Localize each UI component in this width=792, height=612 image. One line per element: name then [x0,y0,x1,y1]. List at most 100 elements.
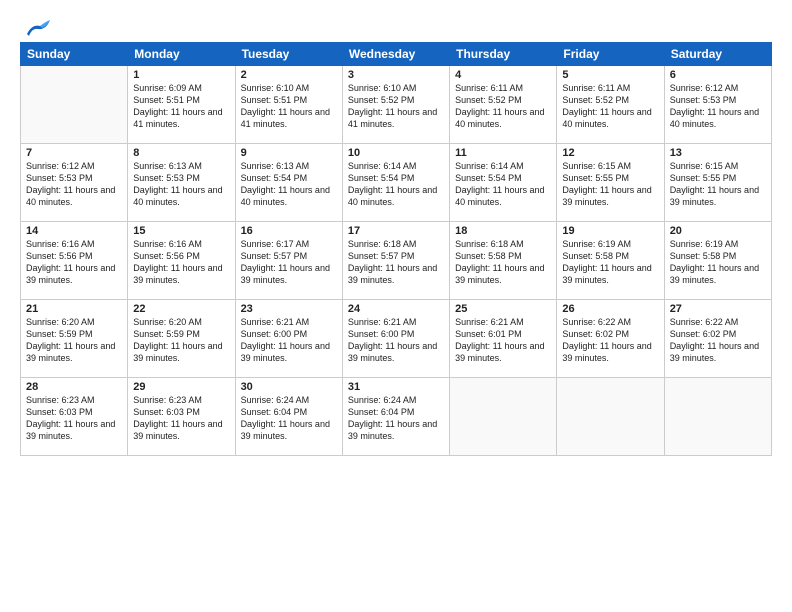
day-info: Sunrise: 6:11 AMSunset: 5:52 PMDaylight:… [455,82,551,131]
calendar-cell: 26Sunrise: 6:22 AMSunset: 6:02 PMDayligh… [557,300,664,378]
calendar-cell: 14Sunrise: 6:16 AMSunset: 5:56 PMDayligh… [21,222,128,300]
day-number: 25 [455,303,551,315]
day-info: Sunrise: 6:13 AMSunset: 5:54 PMDaylight:… [241,160,337,209]
calendar-table: Sunday Monday Tuesday Wednesday Thursday… [20,42,772,456]
day-number: 13 [670,147,766,159]
calendar-cell: 20Sunrise: 6:19 AMSunset: 5:58 PMDayligh… [664,222,771,300]
calendar-cell: 5Sunrise: 6:11 AMSunset: 5:52 PMDaylight… [557,66,664,144]
calendar-cell: 18Sunrise: 6:18 AMSunset: 5:58 PMDayligh… [450,222,557,300]
day-number: 20 [670,225,766,237]
day-info: Sunrise: 6:23 AMSunset: 6:03 PMDaylight:… [133,394,229,443]
day-number: 12 [562,147,658,159]
calendar-header-row: Sunday Monday Tuesday Wednesday Thursday… [21,43,772,66]
day-number: 31 [348,381,444,393]
day-info: Sunrise: 6:20 AMSunset: 5:59 PMDaylight:… [133,316,229,365]
day-number: 14 [26,225,122,237]
day-number: 28 [26,381,122,393]
day-number: 3 [348,69,444,81]
day-number: 1 [133,69,229,81]
day-info: Sunrise: 6:19 AMSunset: 5:58 PMDaylight:… [670,238,766,287]
day-number: 11 [455,147,551,159]
calendar-cell: 1Sunrise: 6:09 AMSunset: 5:51 PMDaylight… [128,66,235,144]
day-info: Sunrise: 6:14 AMSunset: 5:54 PMDaylight:… [348,160,444,209]
day-number: 17 [348,225,444,237]
day-number: 18 [455,225,551,237]
day-number: 23 [241,303,337,315]
day-number: 19 [562,225,658,237]
calendar-week-row: 21Sunrise: 6:20 AMSunset: 5:59 PMDayligh… [21,300,772,378]
calendar-cell [664,378,771,456]
day-number: 22 [133,303,229,315]
day-info: Sunrise: 6:11 AMSunset: 5:52 PMDaylight:… [562,82,658,131]
day-number: 15 [133,225,229,237]
calendar-cell [21,66,128,144]
day-number: 27 [670,303,766,315]
calendar-cell: 25Sunrise: 6:21 AMSunset: 6:01 PMDayligh… [450,300,557,378]
day-info: Sunrise: 6:19 AMSunset: 5:58 PMDaylight:… [562,238,658,287]
day-number: 7 [26,147,122,159]
calendar-cell: 11Sunrise: 6:14 AMSunset: 5:54 PMDayligh… [450,144,557,222]
day-number: 4 [455,69,551,81]
calendar-cell: 6Sunrise: 6:12 AMSunset: 5:53 PMDaylight… [664,66,771,144]
calendar-cell: 7Sunrise: 6:12 AMSunset: 5:53 PMDaylight… [21,144,128,222]
calendar-cell: 15Sunrise: 6:16 AMSunset: 5:56 PMDayligh… [128,222,235,300]
day-info: Sunrise: 6:22 AMSunset: 6:02 PMDaylight:… [562,316,658,365]
col-sunday: Sunday [21,43,128,66]
calendar-cell: 28Sunrise: 6:23 AMSunset: 6:03 PMDayligh… [21,378,128,456]
day-info: Sunrise: 6:14 AMSunset: 5:54 PMDaylight:… [455,160,551,209]
day-number: 6 [670,69,766,81]
calendar-week-row: 1Sunrise: 6:09 AMSunset: 5:51 PMDaylight… [21,66,772,144]
calendar-cell: 16Sunrise: 6:17 AMSunset: 5:57 PMDayligh… [235,222,342,300]
logo-bird-icon [22,16,52,38]
day-number: 5 [562,69,658,81]
day-number: 29 [133,381,229,393]
calendar-cell: 23Sunrise: 6:21 AMSunset: 6:00 PMDayligh… [235,300,342,378]
day-info: Sunrise: 6:12 AMSunset: 5:53 PMDaylight:… [670,82,766,131]
calendar-cell [557,378,664,456]
col-wednesday: Wednesday [342,43,449,66]
day-number: 30 [241,381,337,393]
col-tuesday: Tuesday [235,43,342,66]
calendar-cell: 30Sunrise: 6:24 AMSunset: 6:04 PMDayligh… [235,378,342,456]
calendar-cell: 19Sunrise: 6:19 AMSunset: 5:58 PMDayligh… [557,222,664,300]
calendar-cell: 3Sunrise: 6:10 AMSunset: 5:52 PMDaylight… [342,66,449,144]
day-info: Sunrise: 6:15 AMSunset: 5:55 PMDaylight:… [562,160,658,209]
day-info: Sunrise: 6:21 AMSunset: 6:00 PMDaylight:… [348,316,444,365]
col-saturday: Saturday [664,43,771,66]
calendar-cell: 10Sunrise: 6:14 AMSunset: 5:54 PMDayligh… [342,144,449,222]
calendar-week-row: 28Sunrise: 6:23 AMSunset: 6:03 PMDayligh… [21,378,772,456]
col-friday: Friday [557,43,664,66]
calendar-cell: 12Sunrise: 6:15 AMSunset: 5:55 PMDayligh… [557,144,664,222]
day-info: Sunrise: 6:15 AMSunset: 5:55 PMDaylight:… [670,160,766,209]
day-info: Sunrise: 6:13 AMSunset: 5:53 PMDaylight:… [133,160,229,209]
calendar-week-row: 14Sunrise: 6:16 AMSunset: 5:56 PMDayligh… [21,222,772,300]
day-info: Sunrise: 6:17 AMSunset: 5:57 PMDaylight:… [241,238,337,287]
day-info: Sunrise: 6:24 AMSunset: 6:04 PMDaylight:… [241,394,337,443]
calendar-cell: 13Sunrise: 6:15 AMSunset: 5:55 PMDayligh… [664,144,771,222]
day-number: 9 [241,147,337,159]
day-info: Sunrise: 6:18 AMSunset: 5:58 PMDaylight:… [455,238,551,287]
calendar-cell [450,378,557,456]
day-number: 24 [348,303,444,315]
day-info: Sunrise: 6:21 AMSunset: 6:00 PMDaylight:… [241,316,337,365]
day-number: 10 [348,147,444,159]
col-monday: Monday [128,43,235,66]
day-info: Sunrise: 6:21 AMSunset: 6:01 PMDaylight:… [455,316,551,365]
calendar-cell: 24Sunrise: 6:21 AMSunset: 6:00 PMDayligh… [342,300,449,378]
calendar-cell: 31Sunrise: 6:24 AMSunset: 6:04 PMDayligh… [342,378,449,456]
page-header [20,16,772,34]
day-info: Sunrise: 6:20 AMSunset: 5:59 PMDaylight:… [26,316,122,365]
day-number: 16 [241,225,337,237]
day-info: Sunrise: 6:12 AMSunset: 5:53 PMDaylight:… [26,160,122,209]
calendar-cell: 2Sunrise: 6:10 AMSunset: 5:51 PMDaylight… [235,66,342,144]
day-info: Sunrise: 6:23 AMSunset: 6:03 PMDaylight:… [26,394,122,443]
calendar-cell: 22Sunrise: 6:20 AMSunset: 5:59 PMDayligh… [128,300,235,378]
page-container: Sunday Monday Tuesday Wednesday Thursday… [0,0,792,466]
day-info: Sunrise: 6:09 AMSunset: 5:51 PMDaylight:… [133,82,229,131]
calendar-cell: 4Sunrise: 6:11 AMSunset: 5:52 PMDaylight… [450,66,557,144]
logo [20,16,52,34]
day-info: Sunrise: 6:10 AMSunset: 5:52 PMDaylight:… [348,82,444,131]
day-number: 2 [241,69,337,81]
day-info: Sunrise: 6:22 AMSunset: 6:02 PMDaylight:… [670,316,766,365]
col-thursday: Thursday [450,43,557,66]
